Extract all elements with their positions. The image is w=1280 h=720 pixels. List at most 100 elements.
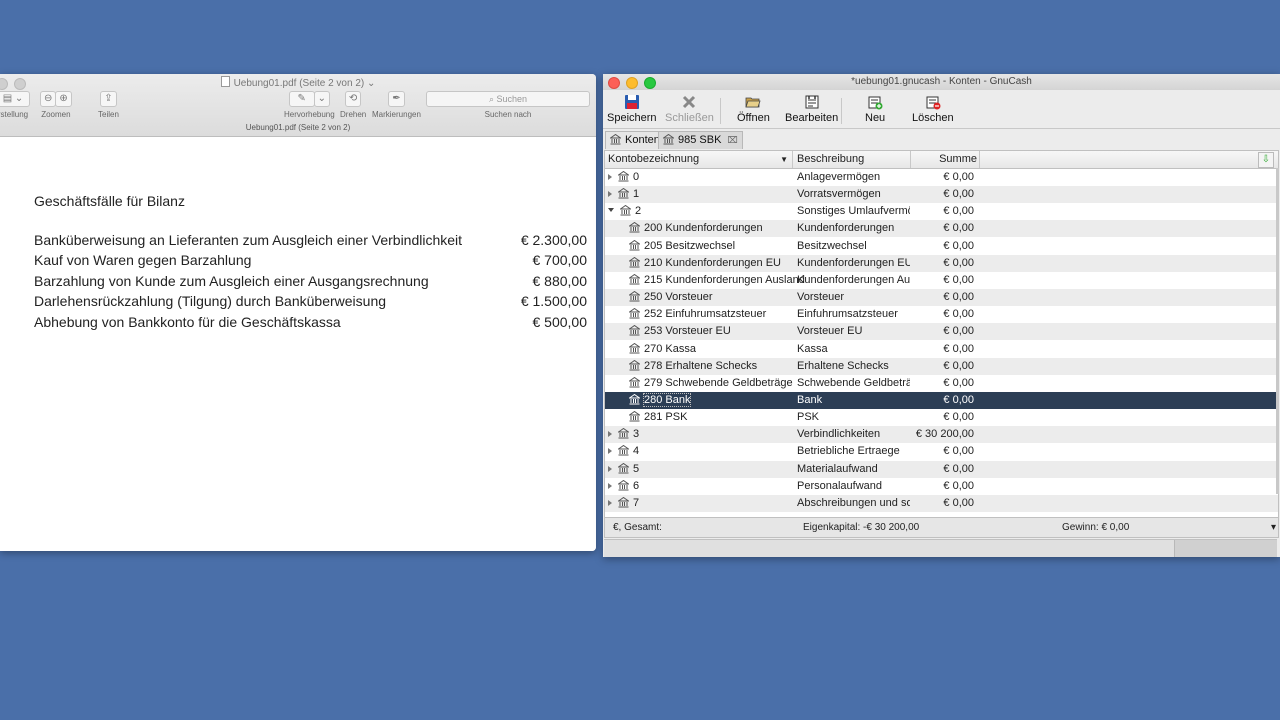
- account-name-cell: 281 PSK: [605, 409, 818, 428]
- account-row[interactable]: 4 Betriebliche Ertraege € 0,00: [605, 443, 1278, 461]
- close-tab-icon[interactable]: ⌧: [727, 135, 737, 145]
- expand-arrow-icon[interactable]: [608, 191, 612, 198]
- title-menu-chevron-icon[interactable]: ⌄: [367, 78, 375, 89]
- save-button[interactable]: Speichern: [607, 94, 657, 124]
- pdf-page: Geschäftsfälle für Bilanz Banküberweisun…: [0, 137, 596, 551]
- view-control: ▤ ⌄ rstellung: [0, 91, 30, 119]
- zoom-in-button[interactable]: ⊕: [55, 91, 72, 107]
- account-name-cell: 6: [605, 478, 797, 497]
- account-row[interactable]: 270 Kassa Kassa € 0,00: [605, 340, 1278, 360]
- account-total: € 0,00: [943, 393, 974, 406]
- edit-button[interactable]: Bearbeiten: [785, 94, 838, 124]
- account-name: 1: [633, 188, 640, 201]
- table-header: Kontobezeichnung ▼ Beschreibung Summe ⇩: [605, 151, 1278, 169]
- account-row[interactable]: 250 Vorsteuer Vorsteuer € 0,00: [605, 289, 1278, 308]
- toolbar-separator: [841, 98, 842, 124]
- account-description: Schwebende Geldbeträg: [797, 376, 910, 389]
- account-row[interactable]: 7 Abschreibungen und son € 0,00: [605, 494, 1278, 514]
- rotate-button[interactable]: ⟲: [344, 91, 362, 107]
- account-row[interactable]: 1 Vorratsvermögen € 0,00: [605, 186, 1278, 204]
- window-title: *uebung01.gnucash - Konten - GnuCash: [851, 76, 1032, 87]
- account-name: 0: [633, 171, 640, 183]
- account-row[interactable]: 280 Bank Bank € 0,00: [605, 391, 1278, 409]
- collapse-arrow-icon[interactable]: [608, 208, 614, 213]
- account-row[interactable]: 210 Kundenforderungen EU Kundenforderunge…: [605, 254, 1278, 274]
- account-row[interactable]: 0 Anlagevermögen € 0,00: [605, 169, 1278, 186]
- account-name-cell: 250 Vorsteuer: [605, 289, 818, 308]
- account-total: € 0,00: [943, 496, 974, 509]
- close-button[interactable]: Schließen: [665, 94, 714, 124]
- expand-arrow-icon[interactable]: [608, 499, 612, 506]
- tab-985-sbk[interactable]: 985 SBK ⌧: [658, 131, 743, 149]
- expand-arrow-icon[interactable]: [608, 465, 612, 472]
- expand-arrow-icon[interactable]: [608, 431, 612, 438]
- account-row[interactable]: 200 Kundenforderungen Kundenforderungen € …: [605, 220, 1278, 239]
- account-description: PSK: [797, 411, 820, 424]
- preview-window: Uebung01.pdf (Seite 2 von 2) ⌄ ▤ ⌄ rstel…: [0, 74, 596, 551]
- gnucash-toolbar: Speichern Schließen Öffnen Bearbeiten Ne…: [603, 90, 1280, 129]
- new-account-button[interactable]: Neu: [865, 94, 885, 124]
- account-total: € 0,00: [943, 325, 974, 338]
- markup-button[interactable]: ✒: [388, 91, 405, 107]
- delete-account-icon: [926, 96, 941, 110]
- account-name-cell: 5: [605, 461, 797, 480]
- account-total: € 0,00: [943, 411, 974, 424]
- account-description: Personalaufwand: [797, 479, 883, 492]
- highlight-button[interactable]: ✎: [288, 91, 315, 107]
- account-name: 215 Kundenforderungen Ausland: [644, 273, 805, 286]
- expand-arrow-icon[interactable]: [608, 448, 612, 455]
- column-header-name[interactable]: Kontobezeichnung ▼: [605, 151, 793, 168]
- search-control: ⌕ Suchen Suchen nach: [426, 91, 590, 119]
- transaction-text: Barzahlung von Kunde zum Ausgleich einer…: [34, 273, 429, 289]
- account-description: Vorsteuer: [797, 291, 845, 304]
- account-total: € 30 200,00: [915, 428, 974, 441]
- account-row[interactable]: 205 Besitzwechsel Besitzwechsel € 0,00: [605, 237, 1278, 255]
- bank-account-icon: [616, 496, 631, 514]
- account-row[interactable]: 281 PSK PSK € 0,00: [605, 409, 1278, 428]
- close-icon: [683, 95, 696, 109]
- account-description: Kundenforderungen EU: [797, 256, 910, 269]
- expand-arrow-icon[interactable]: [608, 482, 612, 489]
- sidebar-view-button[interactable]: ▤ ⌄: [0, 91, 30, 107]
- account-name-cell: 3: [605, 426, 797, 445]
- account-row[interactable]: 5 Materialaufwand € 0,00: [605, 460, 1278, 480]
- zoom-out-button[interactable]: ⊖: [40, 91, 57, 107]
- expand-arrow-icon[interactable]: [608, 174, 612, 180]
- open-button[interactable]: Öffnen: [737, 94, 770, 124]
- account-row[interactable]: 252 Einfuhrumsatzsteuer Einfuhrumsatzsteu…: [605, 306, 1278, 324]
- gnucash-window: *uebung01.gnucash - Konten - GnuCash Spe…: [603, 74, 1280, 557]
- new-account-icon: [868, 96, 883, 110]
- account-name-cell: 7: [605, 495, 797, 514]
- account-name: 205 Besitzwechsel: [644, 239, 736, 252]
- account-name-cell: 200 Kundenforderungen: [605, 220, 818, 239]
- account-row[interactable]: 215 Kundenforderungen Ausland Kundenforde…: [605, 271, 1278, 289]
- account-total: € 0,00: [943, 171, 974, 183]
- column-header-sum[interactable]: Summe: [911, 151, 980, 168]
- account-row[interactable]: 278 Erhaltene Schecks Erhaltene Schecks € …: [605, 357, 1278, 375]
- column-chooser-icon[interactable]: ⇩: [1258, 152, 1274, 168]
- tab-accounts[interactable]: Konten: [605, 131, 665, 149]
- highlight-control: ✎ ⌄ Hervorhebung: [284, 91, 335, 119]
- account-row[interactable]: 3 Verbindlichkeiten € 30 200,00: [605, 426, 1278, 445]
- progress-bar: [1174, 540, 1277, 557]
- gnucash-titlebar: *uebung01.gnucash - Konten - GnuCash: [603, 74, 1280, 90]
- vertical-scrollbar[interactable]: [1276, 168, 1279, 494]
- delete-account-button[interactable]: Löschen: [912, 94, 954, 124]
- column-header-desc[interactable]: Beschreibung: [794, 151, 911, 168]
- account-description: Verbindlichkeiten: [797, 428, 881, 441]
- account-name-cell: 210 Kundenforderungen EU: [605, 255, 818, 274]
- search-input[interactable]: ⌕ Suchen: [426, 91, 590, 107]
- account-row[interactable]: 279 Schwebende Geldbeträge Schwebende Gel…: [605, 374, 1278, 392]
- summary-dropdown-icon[interactable]: ▾: [1271, 522, 1276, 533]
- account-name: 210 Kundenforderungen EU: [644, 256, 781, 269]
- account-row[interactable]: 6 Personalaufwand € 0,00: [605, 477, 1278, 497]
- account-name-cell: 253 Vorsteuer EU: [605, 323, 818, 342]
- account-row[interactable]: 2 Sonstiges Umlaufvermög € 0,00: [605, 203, 1278, 221]
- highlight-menu-button[interactable]: ⌄: [313, 91, 331, 107]
- account-total: € 0,00: [943, 256, 974, 269]
- account-name: 278 Erhaltene Schecks: [644, 359, 758, 372]
- account-name-cell: 270 Kassa: [605, 341, 818, 360]
- share-button[interactable]: ⇪: [100, 91, 117, 107]
- account-row[interactable]: 253 Vorsteuer EU Vorsteuer EU € 0,00: [605, 323, 1278, 342]
- account-name: 253 Vorsteuer EU: [644, 325, 731, 338]
